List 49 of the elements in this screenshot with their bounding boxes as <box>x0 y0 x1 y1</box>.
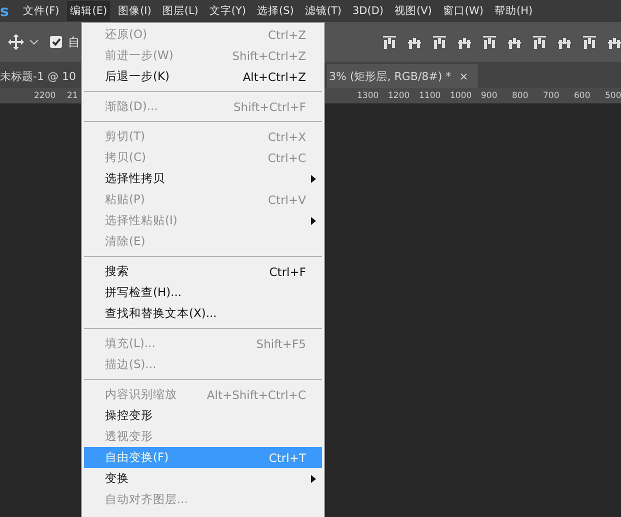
menu-item[interactable]: 搜索 Ctrl+F <box>84 261 322 282</box>
menu-bar-item[interactable]: 3D(D) <box>349 2 387 20</box>
chevron-down-icon[interactable] <box>30 40 38 44</box>
align-icon[interactable] <box>483 36 496 48</box>
menu-item[interactable]: 查找和替换文本(X)... <box>84 303 322 324</box>
submenu-arrow-icon <box>311 216 316 224</box>
document-tab[interactable]: 3% (矩形层, RGB/8#) * × <box>327 64 478 88</box>
align-icon[interactable] <box>408 36 421 48</box>
close-icon[interactable]: × <box>459 70 468 82</box>
auto-select-label: 自 <box>68 34 80 50</box>
menu-bar-item[interactable]: 图层(L) <box>159 1 202 21</box>
app-logo: s <box>0 2 10 20</box>
menu-bar-item[interactable]: 文字(Y) <box>206 1 250 21</box>
ruler-label: 900 <box>481 90 498 100</box>
align-icon[interactable] <box>558 36 571 48</box>
menu-item[interactable]: 变换 <box>84 468 322 489</box>
ruler-label: 21 <box>67 90 79 100</box>
menu-bar-item[interactable]: 窗口(W) <box>440 1 486 21</box>
ruler-label: 1200 <box>388 90 411 100</box>
align-icon[interactable] <box>608 36 621 48</box>
menu-item[interactable]: 后退一步(K) Alt+Ctrl+Z <box>84 66 322 87</box>
submenu-arrow-icon <box>311 174 316 182</box>
menu-bar-item[interactable]: 文件(F) <box>20 1 62 21</box>
menu-bar-item[interactable]: 帮助(H) <box>492 1 536 21</box>
move-tool-icon[interactable] <box>8 34 24 50</box>
menu-item[interactable]: 操控变形 <box>84 405 322 426</box>
menu-item[interactable]: 拼写检查(H)... <box>84 282 322 303</box>
align-icon[interactable] <box>533 36 546 48</box>
ruler-label: 500 <box>605 90 621 100</box>
align-icon[interactable] <box>383 36 396 48</box>
auto-select-checkbox[interactable] <box>50 36 62 48</box>
menu-bar-item[interactable]: 图像(I) <box>115 1 154 21</box>
ruler-label: 600 <box>574 90 592 100</box>
align-icon[interactable] <box>458 36 471 48</box>
ruler-label: 1000 <box>450 90 473 100</box>
ruler-label: 700 <box>543 90 560 100</box>
menu-item[interactable]: 选择性拷贝 <box>84 168 322 189</box>
ruler-label: 1300 <box>357 90 380 100</box>
submenu-arrow-icon <box>311 474 316 482</box>
align-icon[interactable] <box>508 36 521 48</box>
menu-bar-item[interactable]: 编辑(E) <box>67 1 110 21</box>
menu-bar-item[interactable]: 视图(V) <box>392 1 435 21</box>
align-icon[interactable] <box>433 36 446 48</box>
align-icon[interactable] <box>583 36 596 48</box>
menu-bar-item[interactable]: 滤镜(T) <box>302 1 344 21</box>
ruler-label: 1100 <box>419 90 442 100</box>
ruler-label: 800 <box>512 90 530 100</box>
menu-bar-item[interactable]: 选择(S) <box>254 1 297 21</box>
ruler-label: 2200 <box>34 90 57 100</box>
